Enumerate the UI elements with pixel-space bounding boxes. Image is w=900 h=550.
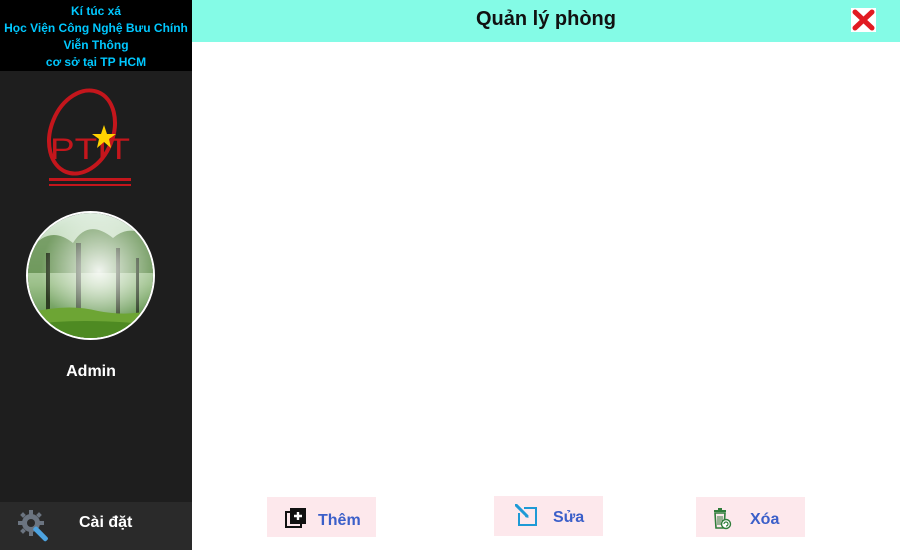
add-button[interactable]: Thêm xyxy=(267,497,376,537)
add-label: Thêm xyxy=(318,512,361,529)
avatar xyxy=(26,211,155,340)
header-bar: Quản lý phòng xyxy=(192,0,900,42)
org-line: cơ sở tại TP HCM xyxy=(45,55,147,69)
settings-label: Cài đặt xyxy=(79,514,133,531)
add-library-icon xyxy=(285,508,306,528)
close-icon[interactable] xyxy=(851,8,876,32)
gear-wrench-icon xyxy=(18,510,48,542)
org-info: Kí túc xá Học Viện Công Nghệ Bưu Chính V… xyxy=(0,0,192,71)
recycle-bin-icon xyxy=(714,508,732,530)
ptit-logo: PTIT xyxy=(47,88,131,186)
edit-label: Sửa xyxy=(553,509,585,526)
settings-button[interactable]: Cài đặt xyxy=(0,502,192,550)
edit-button[interactable]: Sửa xyxy=(494,496,603,536)
content-area xyxy=(192,42,900,550)
page-title: Quản lý phòng xyxy=(476,8,616,30)
org-line: Viễn Thông xyxy=(63,38,129,52)
svg-text:PTIT: PTIT xyxy=(50,133,130,166)
forest-avatar-image xyxy=(28,213,153,338)
delete-label: Xóa xyxy=(750,511,780,528)
org-line: Học Viện Công Nghệ Bưu Chính xyxy=(4,21,188,35)
org-line: Kí túc xá xyxy=(70,4,121,18)
username: Admin xyxy=(66,363,116,380)
delete-button[interactable]: Xóa xyxy=(696,497,805,537)
edit-pen-icon xyxy=(515,504,537,526)
sidebar: Kí túc xá Học Viện Công Nghệ Bưu Chính V… xyxy=(0,0,192,550)
